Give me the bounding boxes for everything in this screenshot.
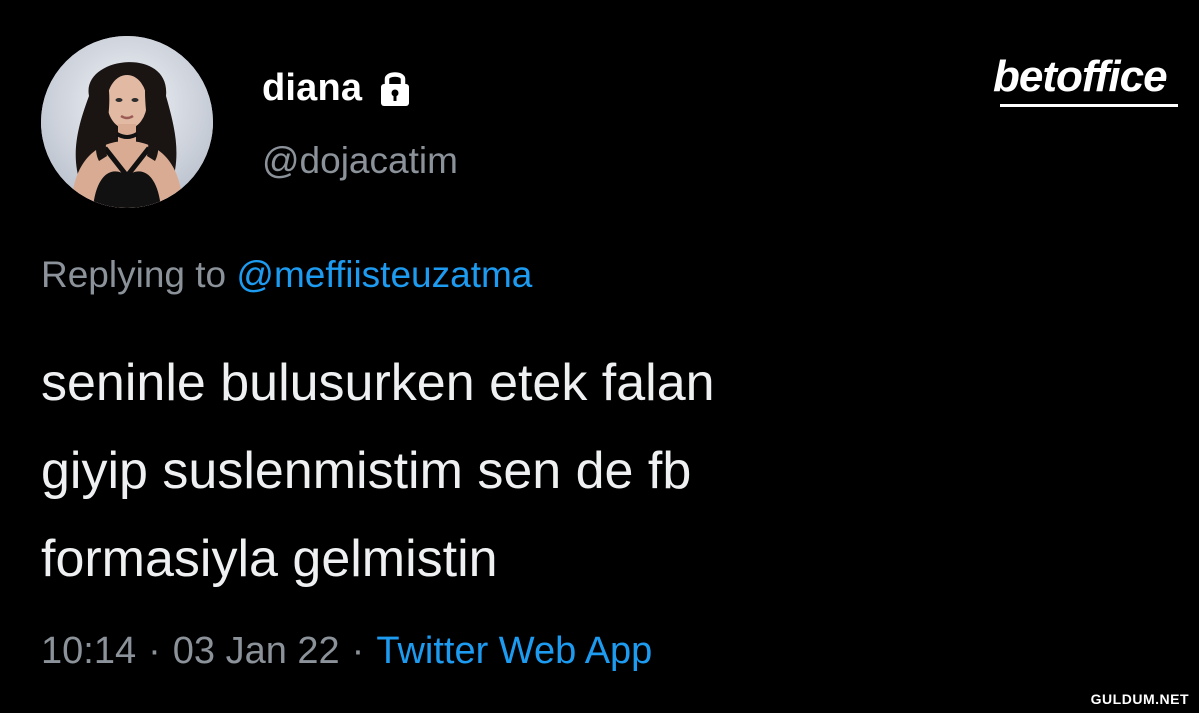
lock-icon: [378, 68, 412, 108]
avatar[interactable]: [41, 36, 213, 208]
avatar-image: [41, 36, 213, 208]
site-watermark: GULDUM.NET: [1090, 691, 1189, 707]
tweet-text-line: giyip suslenmistim sen de fb: [41, 442, 692, 500]
user-handle[interactable]: @dojacatim: [262, 140, 458, 182]
tweet-time[interactable]: 10:14: [41, 630, 136, 672]
tweet-date[interactable]: 03 Jan 22: [173, 630, 340, 672]
reply-context: Replying to @meffiisteuzatma: [41, 254, 532, 296]
tweet-meta: 10:14 · 03 Jan 22 · Twitter Web App: [41, 630, 652, 673]
meta-separator: ·: [148, 630, 161, 672]
tweet-text-line: formasiyla gelmistin: [41, 530, 498, 588]
display-name[interactable]: diana: [262, 67, 362, 110]
brand-logo-underline: [1000, 104, 1178, 107]
reply-prefix: Replying to: [41, 254, 227, 295]
meta-separator: ·: [351, 630, 365, 672]
reply-mention-link[interactable]: @meffiisteuzatma: [236, 254, 532, 295]
tweet-text-line: seninle bulusurken etek falan: [41, 354, 715, 412]
display-name-row: diana: [262, 63, 412, 113]
tweet-screenshot: diana @dojacatim betoffice Replying to @…: [0, 0, 1199, 713]
brand-logo: betoffice: [993, 52, 1168, 101]
tweet-text: seninle bulusurken etek falan giyip susl…: [41, 339, 1041, 603]
source-app-link[interactable]: Twitter Web App: [376, 630, 652, 672]
